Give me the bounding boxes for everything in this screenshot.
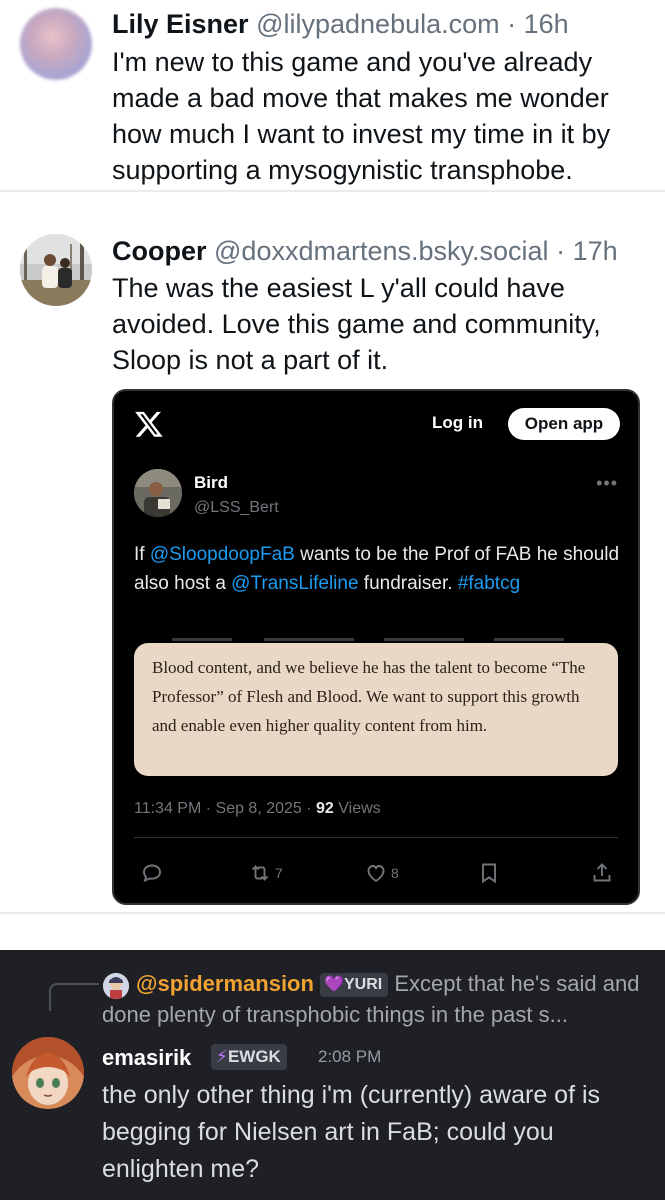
post-text: The was the easiest L y'all could have a… <box>112 273 601 375</box>
more-options-icon[interactable]: ••• <box>596 473 618 494</box>
like-button[interactable]: 8 <box>364 861 399 885</box>
role-tag-label: EWGK <box>227 1047 281 1066</box>
embed-timestamp[interactable]: 11:34 PM · Sep 8, 2025 · 92 Views <box>134 800 381 818</box>
retweet-count: 7 <box>275 865 283 881</box>
retweet-button[interactable]: 7 <box>248 861 283 885</box>
embed-divider <box>134 837 618 838</box>
embed-text: If @SloopdoopFaB wants to be the Prof of… <box>134 540 620 598</box>
share-button[interactable] <box>590 861 614 885</box>
views-label: Views <box>333 800 381 817</box>
mention-sloopdoopfab[interactable]: @SloopdoopFaB <box>150 544 295 565</box>
heart-icon <box>367 865 385 883</box>
hashtag-fabtcg[interactable]: #fabtcg <box>458 573 520 594</box>
quote-image-cropped-text <box>134 633 618 641</box>
post-lily-eisner[interactable]: Lily Eisner @lilypadnebula.com · 16h I'm… <box>0 0 665 192</box>
message-text: the only other thing i'm (currently) awa… <box>102 1081 601 1183</box>
reply-connector <box>49 983 99 1011</box>
author-handle[interactable]: @lilypadnebula.com <box>256 9 500 39</box>
embed-author-name[interactable]: Bird <box>194 473 228 493</box>
post-cooper[interactable]: Cooper @doxxdmartens.bsky.social · 17h T… <box>0 192 665 950</box>
post-time: · 17h <box>556 236 618 266</box>
avatar-lily-eisner[interactable] <box>20 8 92 80</box>
reply-username[interactable]: @spidermansion <box>136 971 314 996</box>
author-handle[interactable]: @doxxdmartens.bsky.social <box>214 236 549 266</box>
heart-icon: 💜 <box>324 976 344 993</box>
message-time: 2:08 PM <box>318 1047 382 1066</box>
reply-button[interactable] <box>140 861 164 885</box>
message-username[interactable]: emasirik <box>102 1045 191 1071</box>
post-divider <box>0 912 665 914</box>
post-text: I'm new to this game and you've already … <box>112 47 611 185</box>
embed-text-part: fundraiser. <box>358 573 458 594</box>
quoted-image-text[interactable]: Blood content, and we believe he has the… <box>134 643 618 776</box>
role-tag: ⚡EWGK <box>211 1044 287 1070</box>
author-name[interactable]: Lily Eisner <box>112 9 249 39</box>
x-logo-icon[interactable] <box>134 409 164 439</box>
mention-translifeline[interactable]: @TransLifeline <box>231 573 358 594</box>
retweet-icon <box>251 865 269 881</box>
avatar-emasirik[interactable] <box>12 1037 84 1109</box>
discord-message-area: @spidermansion 💜YURI Except that he's sa… <box>0 950 665 1200</box>
bookmark-button[interactable] <box>477 861 501 885</box>
lightning-icon: ⚡ <box>216 1047 228 1066</box>
author-name[interactable]: Cooper <box>112 236 207 266</box>
embedded-x-post[interactable]: Log in Open app Bird @LSS_Bert ••• If @S… <box>112 389 640 905</box>
open-app-button[interactable]: Open app <box>508 408 620 440</box>
avatar-cooper[interactable] <box>20 234 92 306</box>
views-count: 92 <box>316 800 334 817</box>
bookmark-icon <box>482 863 496 884</box>
post-header: Lily Eisner @lilypadnebula.com · 16h <box>112 6 625 42</box>
embed-author-handle[interactable]: @LSS_Bert <box>194 499 279 517</box>
reply-icon <box>143 864 161 883</box>
reply-role-tag: 💜YURI <box>320 973 389 997</box>
embed-time: 11:34 PM · Sep 8, 2025 · <box>134 800 317 817</box>
avatar-bird[interactable] <box>134 469 182 517</box>
post-header: Cooper @doxxdmartens.bsky.social · 17h <box>112 233 625 269</box>
post-time: · 16h <box>507 9 569 39</box>
reply-preview[interactable]: @spidermansion 💜YURI Except that he's sa… <box>102 968 645 1030</box>
login-link[interactable]: Log in <box>432 413 483 433</box>
embed-text-part: If <box>134 544 150 565</box>
reply-tag-label: YURI <box>343 976 383 993</box>
like-count: 8 <box>391 865 399 881</box>
share-icon <box>593 863 611 882</box>
